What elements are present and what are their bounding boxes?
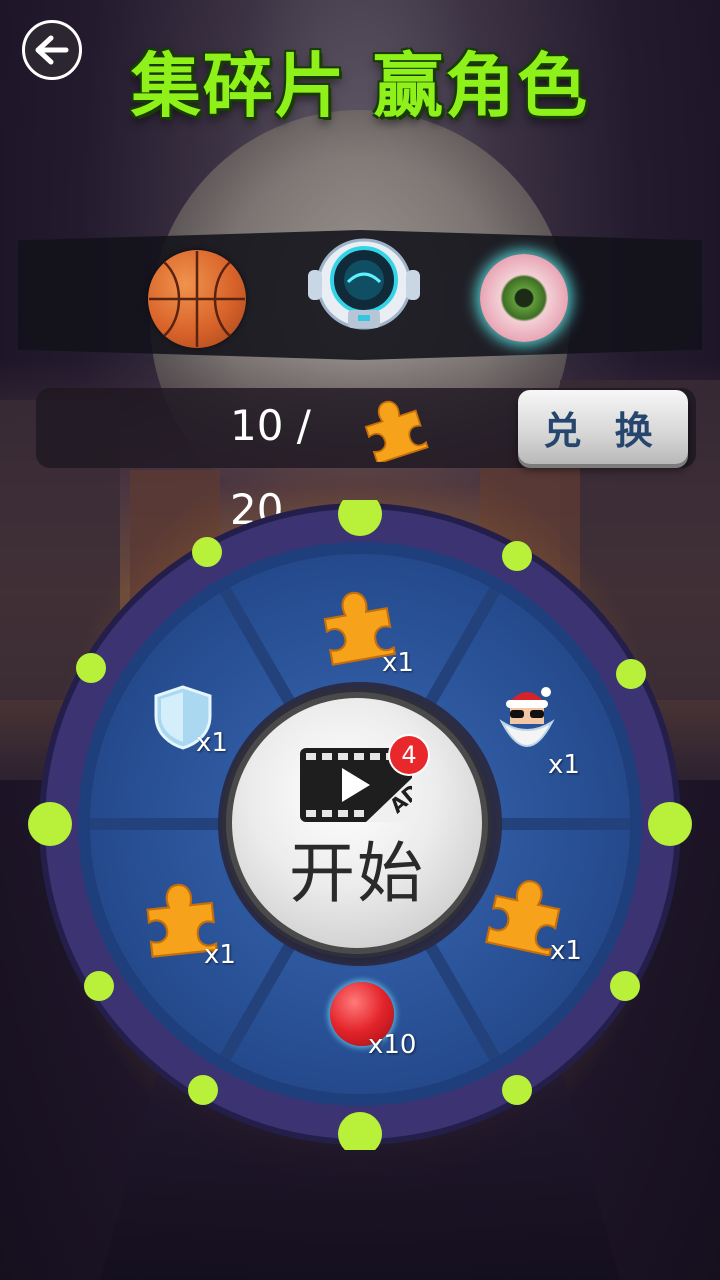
- wheel-reward-top: x1: [316, 582, 426, 678]
- wheel-reward-bottom-right: x1: [482, 870, 592, 970]
- start-label: 开始: [289, 835, 425, 912]
- reward-quantity: x1: [204, 940, 236, 970]
- basketball-icon[interactable]: [148, 250, 246, 348]
- reward-quantity: x1: [196, 728, 228, 758]
- robot-icon[interactable]: [306, 236, 422, 336]
- wheel-reward-top-left: x1: [152, 684, 262, 774]
- wheel-reward-top-right: x1: [498, 680, 608, 780]
- puzzle-piece-icon: [364, 400, 429, 462]
- eyeball-icon[interactable]: [480, 254, 568, 342]
- start-button[interactable]: AD 4 开始: [232, 698, 482, 948]
- exchange-button[interactable]: 兑 换: [518, 390, 688, 464]
- santa-icon: [499, 687, 555, 747]
- reward-quantity: x1: [382, 648, 414, 678]
- fragment-current: 10 /: [230, 401, 311, 450]
- wheel-reward-bottom: x10: [330, 982, 440, 1062]
- reward-quantity: x1: [548, 750, 580, 780]
- reward-quantity: x10: [368, 1030, 417, 1060]
- reward-quantity: x1: [550, 936, 582, 966]
- page-title: 集碎片 赢角色: [130, 45, 590, 127]
- ad-count-badge: 4: [390, 736, 428, 774]
